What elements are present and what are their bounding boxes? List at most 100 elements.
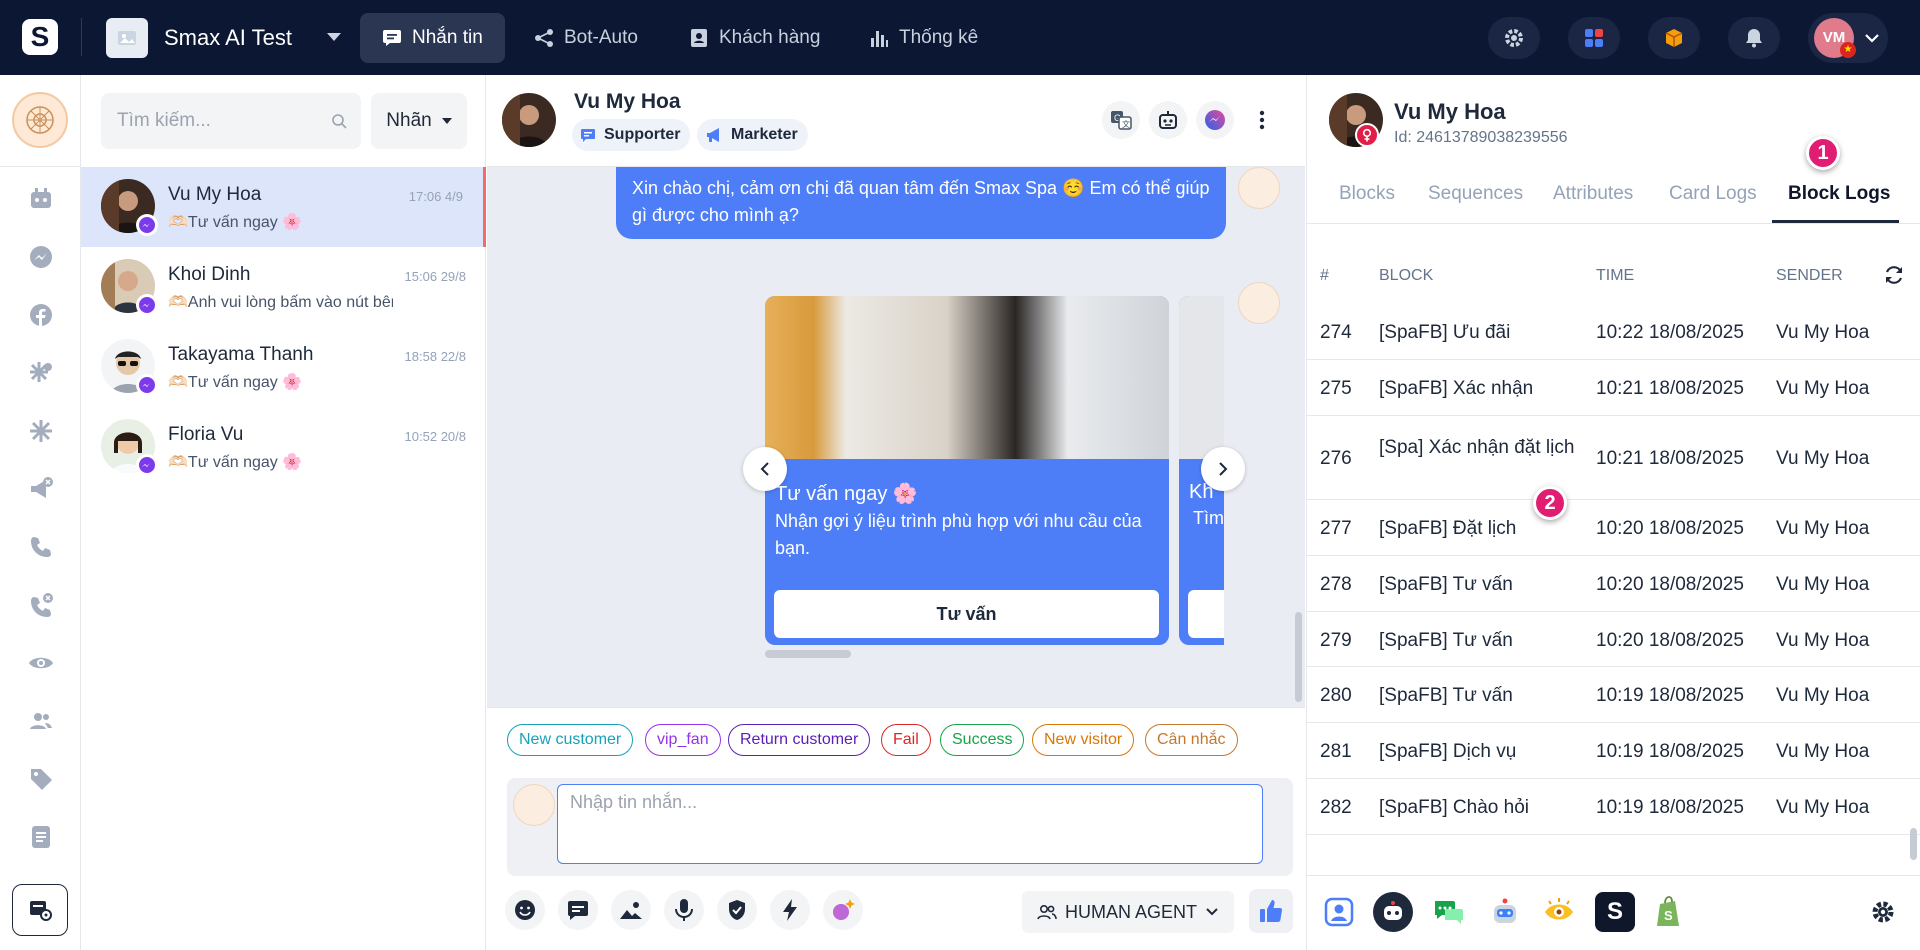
label-chip[interactable]: New customer [507,724,634,756]
table-row[interactable]: 282 [SpaFB] Chào hỏi 10:19 18/08/2025 Vu… [1307,779,1920,835]
tab-blocks[interactable]: Blocks [1339,183,1395,205]
table-row[interactable]: 280 [SpaFB] Tư vấn 10:19 18/08/2025 Vu M… [1307,667,1920,723]
eye-app-icon[interactable] [1539,892,1579,932]
image-button[interactable] [611,890,651,930]
row-sender: Vu My Hoa [1776,378,1870,399]
apps-button[interactable] [1568,17,1620,59]
translate-button[interactable]: G文 [1102,101,1140,139]
contact-name: Floria Vu [168,424,244,445]
column-header-sender: SENDER [1776,267,1843,284]
megaphone-x-icon[interactable] [26,474,56,504]
workspace-dropdown-icon[interactable] [327,33,341,41]
settings-button[interactable] [1863,892,1903,932]
conversation-item[interactable]: Takayama Thanh 🫶🏻Tư vấn ngay 🌸 18:58 22/… [81,327,486,407]
table-row[interactable]: 277 [SpaFB] Đặt lịch 10:20 18/08/2025 Vu… [1307,500,1920,556]
table-row[interactable]: 279 [SpaFB] Tư vấn 10:20 18/08/2025 Vu M… [1307,612,1920,667]
table-scrollbar[interactable] [1910,828,1917,860]
notifications-button[interactable] [1728,17,1780,59]
table-row[interactable]: 278 [SpaFB] Tư vấn 10:20 18/08/2025 Vu M… [1307,556,1920,612]
bot-toggle-button[interactable] [1149,101,1187,139]
workspace-settings-button[interactable] [12,884,68,936]
marketer-tag[interactable]: Marketer [697,119,808,151]
spark-icon[interactable] [26,416,56,446]
conversation-item[interactable]: Floria Vu 🫶🏻Tư vấn ngay 🌸 10:52 20/8 [81,407,486,487]
tag-icon[interactable] [26,764,56,794]
annotation-marker: 1 [1806,136,1840,170]
workspace-avatar[interactable] [12,92,68,148]
tab-statistics[interactable]: Thống kê [847,13,1000,63]
zalo-icon[interactable] [26,358,56,388]
carousel-scrollbar[interactable] [765,650,851,658]
timestamp: 15:06 29/8 [404,269,466,284]
card-button[interactable]: Tư vấn [774,590,1159,638]
workspace-name[interactable]: Smax AI Test [164,25,292,51]
document-icon[interactable] [26,822,56,852]
message-input[interactable] [557,784,1263,864]
label-chip[interactable]: Return customer [728,724,871,756]
phone-icon[interactable] [26,532,56,562]
label-filter-dropdown[interactable]: Nhãn [371,93,467,149]
flow-trigger-button[interactable] [770,890,810,930]
package-button[interactable] [1648,17,1700,59]
agent-mode-dropdown[interactable]: HUMAN AGENT [1022,891,1234,933]
messenger-icon[interactable] [26,242,56,272]
search-input[interactable]: Tìm kiếm... [101,93,361,149]
tab-card-logs[interactable]: Card Logs [1669,183,1757,205]
tab-messages[interactable]: Nhắn tin [360,13,505,63]
label-chip[interactable]: vip_fan [645,724,721,756]
chat-contact-name[interactable]: Vu My Hoa [574,90,681,114]
conversation-item[interactable]: Khoi Dinh 🫶🏻Anh vui lòng bấm vào nút bên… [81,247,486,327]
emoji-button[interactable] [505,890,545,930]
table-row[interactable]: 274 [SpaFB] Ưu đãi 10:22 18/08/2025 Vu M… [1307,305,1920,360]
chat-app-icon[interactable] [1429,892,1469,932]
chat-panel: Vu My Hoa Supporter Marketer G文 Xin chào… [487,75,1305,950]
card-image [1179,296,1224,459]
send-like-button[interactable] [1249,889,1293,933]
users-icon[interactable] [26,706,56,736]
row-block: [Spa] Xác nhận đặt lịch [1379,437,1575,458]
refresh-icon[interactable] [1883,264,1905,286]
tab-sequences[interactable]: Sequences [1428,183,1523,205]
sender-avatar[interactable] [513,784,555,826]
settings-button[interactable] [1488,17,1540,59]
column-header-time: TIME [1596,267,1635,284]
shopify-app-icon[interactable]: S [1649,892,1689,932]
profile-app-icon[interactable] [1319,892,1359,932]
table-row[interactable]: 281 [SpaFB] Dịch vụ 10:19 18/08/2025 Vu … [1307,723,1920,779]
tab-bot-auto[interactable]: Bot-Auto [512,13,660,63]
tab-customers[interactable]: Khách hàng [667,13,842,63]
supporter-tag[interactable]: Supporter [572,119,691,151]
label-chip[interactable]: Success [940,724,1025,756]
conversation-item[interactable]: Vu My Hoa 🫶🏻Tư vấn ngay 🌸 17:06 4/9 [81,167,486,247]
carousel-next-button[interactable] [1201,447,1245,491]
table-row[interactable]: 276 [Spa] Xác nhận đặt lịch 10:21 18/08/… [1307,416,1920,500]
eye-icon[interactable] [26,648,56,678]
smax-logo[interactable]: S [22,19,58,55]
bot-calendar-icon[interactable] [26,184,56,214]
privacy-button[interactable] [717,890,757,930]
ai-bot-app-icon[interactable] [1373,892,1413,932]
carousel-prev-button[interactable] [743,447,787,491]
messenger-channel-button[interactable] [1196,101,1234,139]
more-options-button[interactable] [1243,101,1281,139]
workspace-icon[interactable] [106,18,148,58]
user-menu-button[interactable]: VM ★ [1808,13,1888,63]
table-row[interactable]: 275 [SpaFB] Xác nhận 10:21 18/08/2025 Vu… [1307,360,1920,416]
robot-app-icon[interactable] [1485,892,1525,932]
voice-button[interactable] [664,890,704,930]
facebook-icon[interactable] [26,300,56,330]
row-number: 275 [1320,378,1352,399]
label-chip[interactable]: Fail [881,724,931,756]
tab-block-logs[interactable]: Block Logs [1788,183,1890,205]
quick-reply-button[interactable] [558,890,598,930]
tab-attributes[interactable]: Attributes [1553,183,1633,205]
phone-missed-icon[interactable] [26,590,56,620]
label-chip[interactable]: Cân nhắc [1145,724,1238,756]
top-navigation-bar: S Smax AI Test Nhắn tin Bot-Auto Khách h… [0,0,1920,75]
card-button[interactable] [1188,590,1224,638]
label-chip[interactable]: New visitor [1032,724,1135,756]
smax-app-icon[interactable]: S [1595,892,1635,932]
ai-assist-button[interactable] [823,890,863,930]
avatar[interactable] [502,93,556,147]
thread-scrollbar[interactable] [1295,612,1302,702]
